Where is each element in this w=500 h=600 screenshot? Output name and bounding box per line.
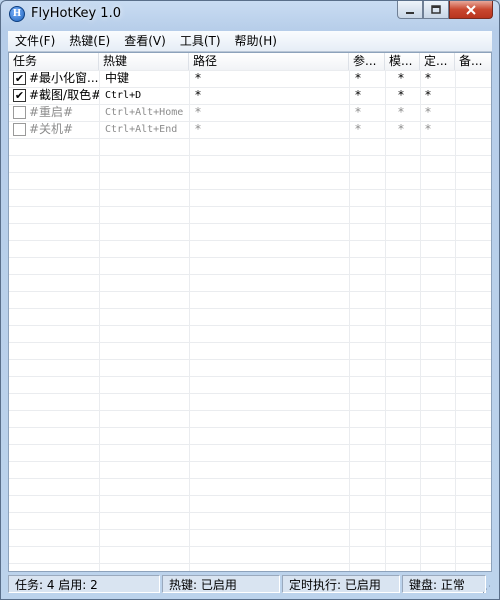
table-row[interactable]: ✔ #最小化窗... 中键 * * * * bbox=[9, 70, 491, 87]
menu-file[interactable]: 文件(F) bbox=[8, 31, 62, 51]
column-divider bbox=[99, 70, 100, 571]
task-list[interactable]: 任务 热键 路径 参... 模... 定... 备... ✔ #最小化窗... … bbox=[8, 52, 492, 572]
column-divider bbox=[349, 70, 350, 571]
minimize-icon bbox=[406, 11, 414, 14]
task-note bbox=[459, 87, 491, 104]
task-path: * bbox=[195, 105, 201, 119]
main-window: H FlyHotKey 1.0 文件(F) 热键(E) 查看(V) 工具(T) … bbox=[0, 0, 500, 600]
app-icon[interactable]: H bbox=[9, 6, 25, 22]
close-icon bbox=[466, 4, 476, 15]
column-header-params[interactable]: 参... bbox=[349, 53, 385, 70]
task-checkbox[interactable] bbox=[13, 106, 26, 119]
menu-view[interactable]: 查看(V) bbox=[117, 31, 173, 51]
column-header-timer[interactable]: 定... bbox=[420, 53, 455, 70]
minimize-button[interactable] bbox=[397, 1, 423, 19]
task-note bbox=[459, 104, 491, 121]
column-header-mode[interactable]: 模... bbox=[385, 53, 420, 70]
close-button[interactable] bbox=[449, 1, 493, 19]
table-row[interactable]: #关机# Ctrl+Alt+End * * * * bbox=[9, 121, 491, 138]
column-header-task[interactable]: 任务 bbox=[9, 53, 99, 70]
task-params: * bbox=[355, 88, 361, 102]
window-title: FlyHotKey 1.0 bbox=[31, 6, 121, 21]
task-hotkey: Ctrl+Alt+Home bbox=[105, 107, 184, 118]
status-bar: 任务: 4 启用: 2 热键: 已启用 定时执行: 已启用 键盘: 正常 ⋰ bbox=[8, 575, 492, 595]
column-divider bbox=[420, 70, 421, 571]
task-hotkey: Ctrl+Alt+End bbox=[105, 124, 178, 135]
task-mode: * bbox=[398, 122, 404, 136]
task-checkbox[interactable]: ✔ bbox=[13, 72, 26, 85]
maximize-icon bbox=[431, 4, 441, 14]
task-timer: * bbox=[425, 88, 431, 102]
column-divider bbox=[385, 70, 386, 571]
task-timer: * bbox=[425, 105, 431, 119]
column-header-path[interactable]: 路径 bbox=[189, 53, 349, 70]
task-mode: * bbox=[398, 88, 404, 102]
menu-bar: 文件(F) 热键(E) 查看(V) 工具(T) 帮助(H) bbox=[8, 31, 492, 52]
resize-grip-icon[interactable]: ⋰ bbox=[482, 585, 492, 595]
column-header-note[interactable]: 备... bbox=[455, 53, 491, 70]
task-name: #重启# bbox=[29, 105, 74, 119]
task-path: * bbox=[195, 122, 201, 136]
task-mode: * bbox=[398, 71, 404, 85]
task-name: #截图/取色# bbox=[29, 88, 99, 102]
task-params: * bbox=[355, 105, 361, 119]
caption-buttons bbox=[397, 1, 493, 21]
task-timer: * bbox=[425, 71, 431, 85]
task-hotkey: 中键 bbox=[105, 71, 130, 85]
task-path: * bbox=[195, 88, 201, 102]
menu-hotkey[interactable]: 热键(E) bbox=[62, 31, 117, 51]
column-divider bbox=[189, 70, 190, 571]
task-name: #最小化窗... bbox=[29, 71, 99, 85]
task-hotkey: Ctrl+D bbox=[105, 90, 142, 101]
menu-help[interactable]: 帮助(H) bbox=[228, 31, 284, 51]
menu-tools[interactable]: 工具(T) bbox=[173, 31, 228, 51]
task-name: #关机# bbox=[29, 122, 74, 136]
status-hotkey: 热键: 已启用 bbox=[162, 575, 280, 593]
maximize-button[interactable] bbox=[423, 1, 449, 19]
table-row[interactable]: ✔ #截图/取色# Ctrl+D * * * * bbox=[9, 87, 491, 104]
task-checkbox[interactable] bbox=[13, 123, 26, 136]
status-keyboard: 键盘: 正常 bbox=[402, 575, 486, 593]
list-grid bbox=[9, 70, 491, 571]
task-params: * bbox=[355, 71, 361, 85]
task-path: * bbox=[195, 71, 201, 85]
title-bar[interactable]: H FlyHotKey 1.0 bbox=[1, 1, 499, 29]
status-timer: 定时执行: 已启用 bbox=[282, 575, 400, 593]
column-header-hotkey[interactable]: 热键 bbox=[99, 53, 189, 70]
task-note bbox=[459, 121, 491, 138]
table-row[interactable]: #重启# Ctrl+Alt+Home * * * * bbox=[9, 104, 491, 121]
task-mode: * bbox=[398, 105, 404, 119]
status-task-count: 任务: 4 启用: 2 bbox=[8, 575, 160, 593]
task-note bbox=[459, 70, 491, 87]
column-divider bbox=[455, 70, 456, 571]
list-header: 任务 热键 路径 参... 模... 定... 备... bbox=[9, 53, 491, 71]
task-checkbox[interactable]: ✔ bbox=[13, 89, 26, 102]
task-timer: * bbox=[425, 122, 431, 136]
task-params: * bbox=[355, 122, 361, 136]
